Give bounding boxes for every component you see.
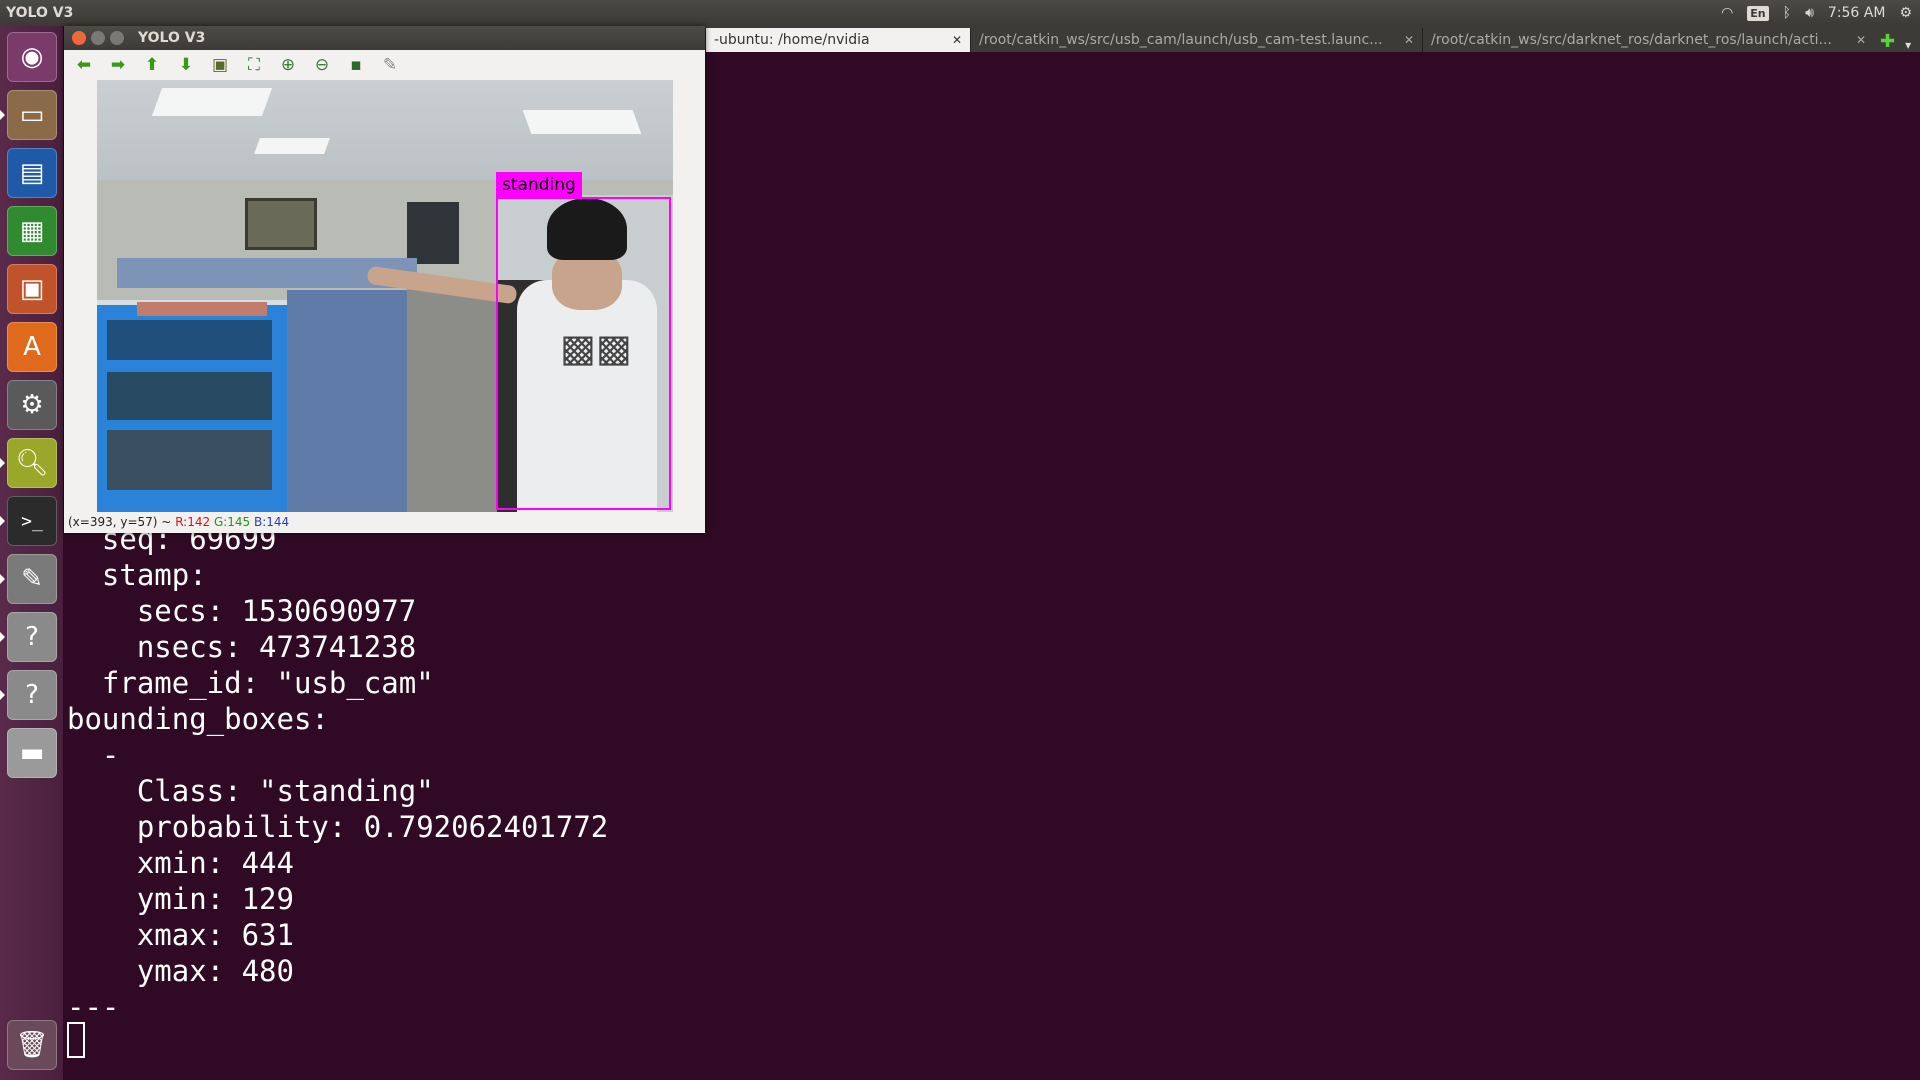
partition-blue xyxy=(287,290,427,512)
wall-picture xyxy=(245,198,317,250)
system-tray: ◠ En ᛒ 🔊︎ 7:56 AM ⚙ xyxy=(1721,0,1912,26)
terminal-tab-label: /root/catkin_ws/src/darknet_ros/darknet_… xyxy=(1431,32,1832,48)
camera-image[interactable]: ▩▩ standing xyxy=(97,80,673,512)
detection-label: standing xyxy=(496,172,582,198)
terminal-cursor xyxy=(67,1022,85,1058)
arrow-down-icon[interactable]: ⬇ xyxy=(176,55,196,75)
terminal-line: probability: 0.792062401772 xyxy=(67,810,609,844)
terminal-line: xmax: 631 xyxy=(67,918,294,952)
gear-icon[interactable]: ⚙ xyxy=(1899,5,1912,21)
terminal-line: bounding_boxes: xyxy=(67,702,347,736)
book-on-shelf xyxy=(137,302,267,316)
image-viewer-icon[interactable]: 🔍︎ xyxy=(0,438,57,488)
doorway xyxy=(407,202,459,264)
terminal-line: xmin: 444 xyxy=(67,846,294,880)
trash-icon[interactable]: 🗑︎ xyxy=(7,1020,57,1070)
shelf-slot xyxy=(107,320,272,360)
unknown-app-icon-2[interactable]: ? xyxy=(0,670,57,720)
volume-icon[interactable]: 🔊︎ xyxy=(1805,5,1814,21)
image-status-bar: (x=393, y=57) ~ R:142 G:145 B:144 xyxy=(68,515,289,529)
zoom-out-icon[interactable]: ⊖ xyxy=(312,55,332,75)
yolo-titlebar[interactable]: YOLO V3 xyxy=(64,26,705,50)
ceiling-light xyxy=(522,110,642,134)
impress-icon[interactable]: ▣ xyxy=(7,264,57,314)
terminal-line: secs: 1530690977 xyxy=(67,594,417,628)
bluetooth-icon[interactable]: ᛒ xyxy=(1783,5,1791,21)
pixel-red-value: R:142 xyxy=(175,515,211,529)
terminal-line: nsecs: 473741238 xyxy=(67,630,417,664)
ubuntu-dash-icon[interactable]: ◉ xyxy=(7,32,57,82)
terminal-line: Class: "standing" xyxy=(67,774,434,808)
text-editor-icon[interactable]: ✎ xyxy=(0,554,57,604)
terminal-line: frame_id: "usb_cam" xyxy=(67,666,434,700)
close-icon[interactable] xyxy=(72,31,86,45)
close-icon[interactable]: ✕ xyxy=(1404,33,1414,47)
launcher: ◉ ▭ ▤ ▦ ▣ A ⚙ 🔍︎ >_ ✎ ? ? ▬ 🗑︎ xyxy=(0,26,64,1080)
keyboard-layout-indicator[interactable]: En xyxy=(1747,5,1769,21)
save-icon[interactable]: ▪ xyxy=(346,55,366,75)
properties-icon[interactable]: ✎ xyxy=(380,55,400,75)
calc-icon[interactable]: ▦ xyxy=(7,206,57,256)
terminal-tab-3[interactable]: /root/catkin_ws/src/darknet_ros/darknet_… xyxy=(1422,28,1874,52)
close-icon[interactable]: ✕ xyxy=(1856,33,1866,47)
files-icon[interactable]: ▭ xyxy=(0,90,57,140)
terminal-tab-2[interactable]: /root/catkin_ws/src/usb_cam/launch/usb_c… xyxy=(970,28,1422,52)
arrow-up-icon[interactable]: ⬆ xyxy=(142,55,162,75)
partition-grey xyxy=(407,285,497,512)
shelf-slot xyxy=(107,430,272,490)
zoom-in-icon[interactable]: ⊕ xyxy=(278,55,298,75)
ceiling-light xyxy=(151,88,273,116)
terminal-tab-1[interactable]: -ubuntu: /home/nvidia ✕ xyxy=(705,28,970,52)
wifi-icon[interactable]: ◠ xyxy=(1721,5,1733,21)
terminal-tab-label: -ubuntu: /home/nvidia xyxy=(714,32,870,48)
new-tab-icon[interactable]: ✚ xyxy=(1880,31,1895,52)
writer-icon[interactable]: ▤ xyxy=(7,148,57,198)
save-image-icon[interactable]: ▣ xyxy=(210,55,230,75)
cursor-coordinates: (x=393, y=57) ~ xyxy=(68,515,172,529)
detection-bounding-box xyxy=(496,197,671,510)
chevron-down-icon[interactable]: ▾ xyxy=(1905,38,1911,52)
zoom-fit-icon[interactable]: ⛶ xyxy=(244,55,264,75)
pixel-blue-value: B:144 xyxy=(254,515,290,529)
shelf-slot xyxy=(107,372,272,420)
arrow-left-icon[interactable]: ⬅ xyxy=(74,55,94,75)
terminal-line: stamp: xyxy=(67,558,225,592)
active-app-title: YOLO V3 xyxy=(6,5,74,21)
image-toolbar: ⬅ ➡ ⬆ ⬇ ▣ ⛶ ⊕ ⊖ ▪ ✎ xyxy=(64,50,705,80)
arrow-right-icon[interactable]: ➡ xyxy=(108,55,128,75)
top-panel: YOLO V3 ◠ En ᛒ 🔊︎ 7:56 AM ⚙ xyxy=(0,0,1920,26)
terminal-line: - xyxy=(67,738,137,772)
terminal-icon[interactable]: >_ xyxy=(0,496,57,546)
terminal-line: ymin: 129 xyxy=(67,882,294,916)
maximize-icon[interactable] xyxy=(110,31,124,45)
window-title: YOLO V3 xyxy=(138,30,206,46)
system-settings-icon[interactable]: ⚙ xyxy=(7,380,57,430)
terminal-tab-label: /root/catkin_ws/src/usb_cam/launch/usb_c… xyxy=(979,32,1383,48)
software-center-icon[interactable]: A xyxy=(7,322,57,372)
yolo-window[interactable]: YOLO V3 ⬅ ➡ ⬆ ⬇ ▣ ⛶ ⊕ ⊖ ▪ ✎ ▩▩ standing … xyxy=(64,26,705,533)
terminal-line: ymax: 480 xyxy=(67,954,294,988)
close-icon[interactable]: ✕ xyxy=(952,33,962,47)
ceiling-light xyxy=(254,138,330,154)
unknown-app-icon[interactable]: ? xyxy=(0,612,57,662)
terminal-line: --- xyxy=(67,990,120,1024)
pixel-green-value: G:145 xyxy=(213,515,251,529)
clock[interactable]: 7:56 AM xyxy=(1828,5,1886,21)
minimize-icon[interactable] xyxy=(91,31,105,45)
drive-icon[interactable]: ▬ xyxy=(7,728,57,778)
